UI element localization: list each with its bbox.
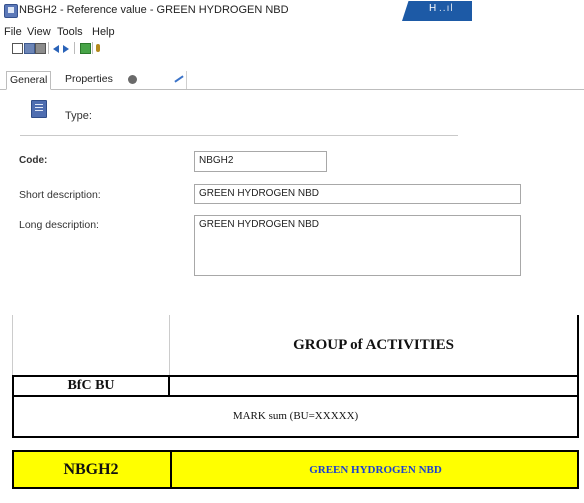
toolbar-separator xyxy=(92,42,93,54)
menu-file[interactable]: File xyxy=(4,26,22,38)
link-tab-icon[interactable] xyxy=(174,75,184,83)
tab-divider xyxy=(186,71,187,89)
back-arrow-icon[interactable] xyxy=(53,45,59,53)
short-description-label: Short description: xyxy=(19,189,101,201)
bfc-bu-cell: BfC BU xyxy=(12,375,170,397)
long-description-label: Long description: xyxy=(19,219,99,231)
toolbar-separator xyxy=(74,42,75,54)
section-divider xyxy=(20,135,458,136)
new-document-icon[interactable] xyxy=(12,43,23,54)
table-header-empty-cell xyxy=(12,315,170,375)
status-letter: H xyxy=(429,3,437,14)
signal-bars-icon: ..ıl xyxy=(439,3,454,14)
bfc-bu-value-cell xyxy=(170,375,579,397)
toolbar xyxy=(0,41,200,57)
type-label: Type: xyxy=(65,110,92,122)
mark-sum-cell: MARK sum (BU=XXXXX) xyxy=(12,395,579,438)
menu-bar: File View Tools Help xyxy=(0,24,584,40)
row-code-cell: NBGH2 xyxy=(63,460,119,478)
reference-value-window: NBGH2 - Reference value - GREEN HYDROGEN… xyxy=(0,0,584,290)
save-icon[interactable] xyxy=(24,43,35,54)
long-description-field[interactable]: GREEN HYDROGEN NBD xyxy=(194,215,521,276)
code-field[interactable]: NBGH2 xyxy=(194,151,327,172)
pin-icon[interactable] xyxy=(96,44,100,52)
app-icon xyxy=(4,4,18,18)
menu-view[interactable]: View xyxy=(27,26,51,38)
toolbar-separator xyxy=(48,42,49,54)
forward-arrow-icon[interactable] xyxy=(63,45,69,53)
window-title: NBGH2 - Reference value - GREEN HYDROGEN… xyxy=(19,4,289,16)
menu-tools[interactable]: Tools xyxy=(57,26,83,38)
document-type-icon xyxy=(31,100,47,118)
print-icon[interactable] xyxy=(35,43,46,54)
menu-help[interactable]: Help xyxy=(92,26,115,38)
short-description-field[interactable]: GREEN HYDROGEN NBD xyxy=(194,184,521,204)
code-label: Code: xyxy=(19,155,48,166)
row-description-cell: GREEN HYDROGEN NBD xyxy=(170,450,579,489)
globe-tab-icon[interactable] xyxy=(128,75,137,84)
tab-general[interactable]: General xyxy=(6,71,52,90)
refresh-icon[interactable] xyxy=(80,43,91,54)
tab-properties[interactable]: Properties xyxy=(62,71,116,88)
activities-table: GROUP of ACTIVITIES BfC BU MARK sum (BU=… xyxy=(0,315,584,503)
title-bar: NBGH2 - Reference value - GREEN HYDROGEN… xyxy=(0,0,584,22)
status-indicator: H ..ıl xyxy=(429,3,454,14)
tab-strip: General Properties xyxy=(0,71,584,90)
group-of-activities-header: GROUP of ACTIVITIES xyxy=(170,315,579,375)
